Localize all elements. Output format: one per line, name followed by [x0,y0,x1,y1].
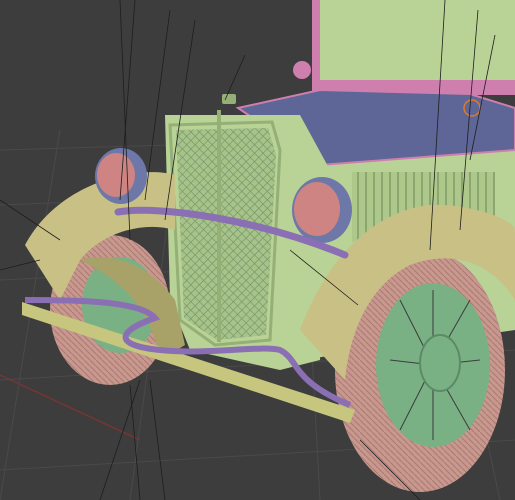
right-headlamp[interactable] [292,177,352,243]
left-headlamp[interactable] [95,148,147,204]
cab-body[interactable] [293,0,515,95]
viewport-canvas[interactable] [0,0,515,500]
radiator-cap-icon [222,94,236,104]
3d-viewport[interactable] [0,0,515,500]
x-axis-line [0,374,141,441]
wheel-hub-icon [419,334,461,392]
